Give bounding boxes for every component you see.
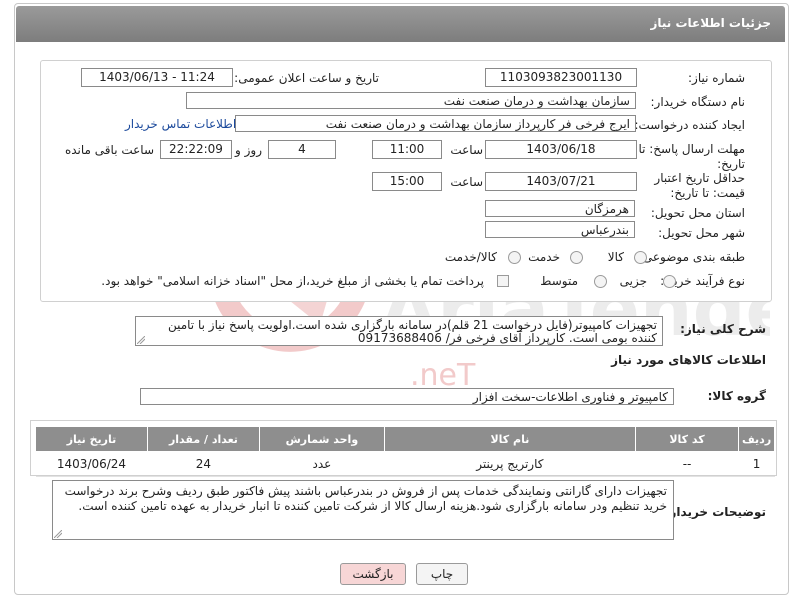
category-service-radio[interactable] <box>570 251 583 264</box>
province-field: هرمزگان <box>485 200 635 217</box>
cell-date: 1403/06/24 <box>35 451 148 477</box>
remaining-time-field: 22:22:09 <box>160 140 232 159</box>
deadline-date-field: 1403/06/18 <box>485 140 637 159</box>
category-goods-label: کالا <box>607 250 624 264</box>
requester-label: ایجاد کننده درخواست: <box>634 118 745 132</box>
process-minor-radio[interactable] <box>663 275 676 288</box>
deadline-label: مهلت ارسال پاسخ: تا تاریخ: <box>638 142 745 171</box>
city-label: شهر محل تحویل: <box>658 226 745 240</box>
validity-time-label: ساعت <box>450 175 483 189</box>
category-goods-radio[interactable] <box>634 251 647 264</box>
buyer-notes-label: توضیحات خریدار: <box>664 505 766 519</box>
need-number-field: 1103093823001130 <box>485 68 637 87</box>
need-number-label: شماره نیاز: <box>688 71 745 85</box>
process-medium-label: متوسط <box>540 274 578 288</box>
col-row: ردیف <box>738 426 775 452</box>
goods-group-label: گروه کالا: <box>707 389 766 403</box>
buyer-notes-text: تجهیزات دارای گارانتی ونمایندگی خدمات پس… <box>52 480 674 540</box>
print-button[interactable]: چاپ <box>416 563 468 585</box>
col-name: نام کالا <box>383 426 636 452</box>
cell-qty: 24 <box>147 451 260 477</box>
process-medium-radio[interactable] <box>594 275 607 288</box>
category-goods-service-label: کالا/خدمت <box>444 250 497 264</box>
col-code: کد کالا <box>634 426 740 452</box>
col-date: تاریخ نیاز <box>35 426 148 452</box>
description-text: تجهیزات کامپیوتر(فایل درخواست 21 قلم)در … <box>135 316 663 346</box>
goods-table: ردیف کد کالا نام کالا واحد شمارش تعداد /… <box>35 426 775 477</box>
cell-name: کارتریج پرینتر <box>384 451 636 477</box>
validity-date-field: 1403/07/21 <box>485 172 637 191</box>
cell-unit: عدد <box>259 451 385 477</box>
remaining-label: ساعت باقی مانده <box>64 143 154 157</box>
back-button[interactable]: بازگشت <box>340 563 406 585</box>
province-label: استان محل تحویل: <box>650 206 745 220</box>
buyer-org-field: سازمان بهداشت و درمان صنعت نفت <box>186 92 636 109</box>
col-qty: تعداد / مقدار <box>146 426 260 452</box>
days-remaining-field: 4 <box>268 140 336 159</box>
deadline-time-field: 11:00 <box>372 140 442 159</box>
table-row: 1 -- کارتریج پرینتر عدد 24 1403/06/24 <box>35 451 775 477</box>
category-goods-service-radio[interactable] <box>508 251 521 264</box>
category-label: طبقه بندی موضوعی: <box>638 250 745 264</box>
category-service-label: خدمت <box>528 250 560 264</box>
col-unit: واحد شمارش <box>258 426 385 452</box>
treasury-payment-text: پرداخت تمام یا بخشی از مبلغ خرید،از محل … <box>101 274 484 288</box>
announce-label: تاریخ و ساعت اعلان عمومی: <box>234 71 379 85</box>
process-minor-label: جزیی <box>619 274 647 288</box>
contact-info-link[interactable]: اطلاعات تماس خریدار <box>125 117 236 131</box>
cell-row: 1 <box>738 451 775 477</box>
requester-field: ایرج فرخی فر کارپرداز سازمان بهداشت و در… <box>235 115 636 132</box>
description-label: شرح کلی نیاز: <box>680 322 766 336</box>
validity-time-field: 15:00 <box>372 172 442 191</box>
goods-section-title: اطلاعات کالاهای مورد نیاز <box>611 353 766 367</box>
announce-field: 1403/06/13 - 11:24 <box>81 68 233 87</box>
page-title: جزئیات اطلاعات نیاز <box>650 16 771 30</box>
page-header: جزئیات اطلاعات نیاز <box>16 6 785 42</box>
resize-handle-icon[interactable] <box>137 336 145 344</box>
validity-label: حداقل تاریخ اعتبار قیمت: تا تاریخ: <box>654 171 745 200</box>
deadline-time-label: ساعت <box>450 143 483 157</box>
cell-code: -- <box>635 451 739 477</box>
city-field: بندرعباس <box>485 221 635 238</box>
resize-handle-icon[interactable] <box>54 530 62 538</box>
days-label: روز و <box>235 143 262 157</box>
buyer-org-label: نام دستگاه خریدار: <box>650 95 746 109</box>
goods-table-header: ردیف کد کالا نام کالا واحد شمارش تعداد /… <box>35 426 775 452</box>
goods-group-field: کامپیوتر و فناوری اطلاعات-سخت افزار <box>140 388 674 405</box>
treasury-payment-checkbox[interactable] <box>497 275 509 287</box>
